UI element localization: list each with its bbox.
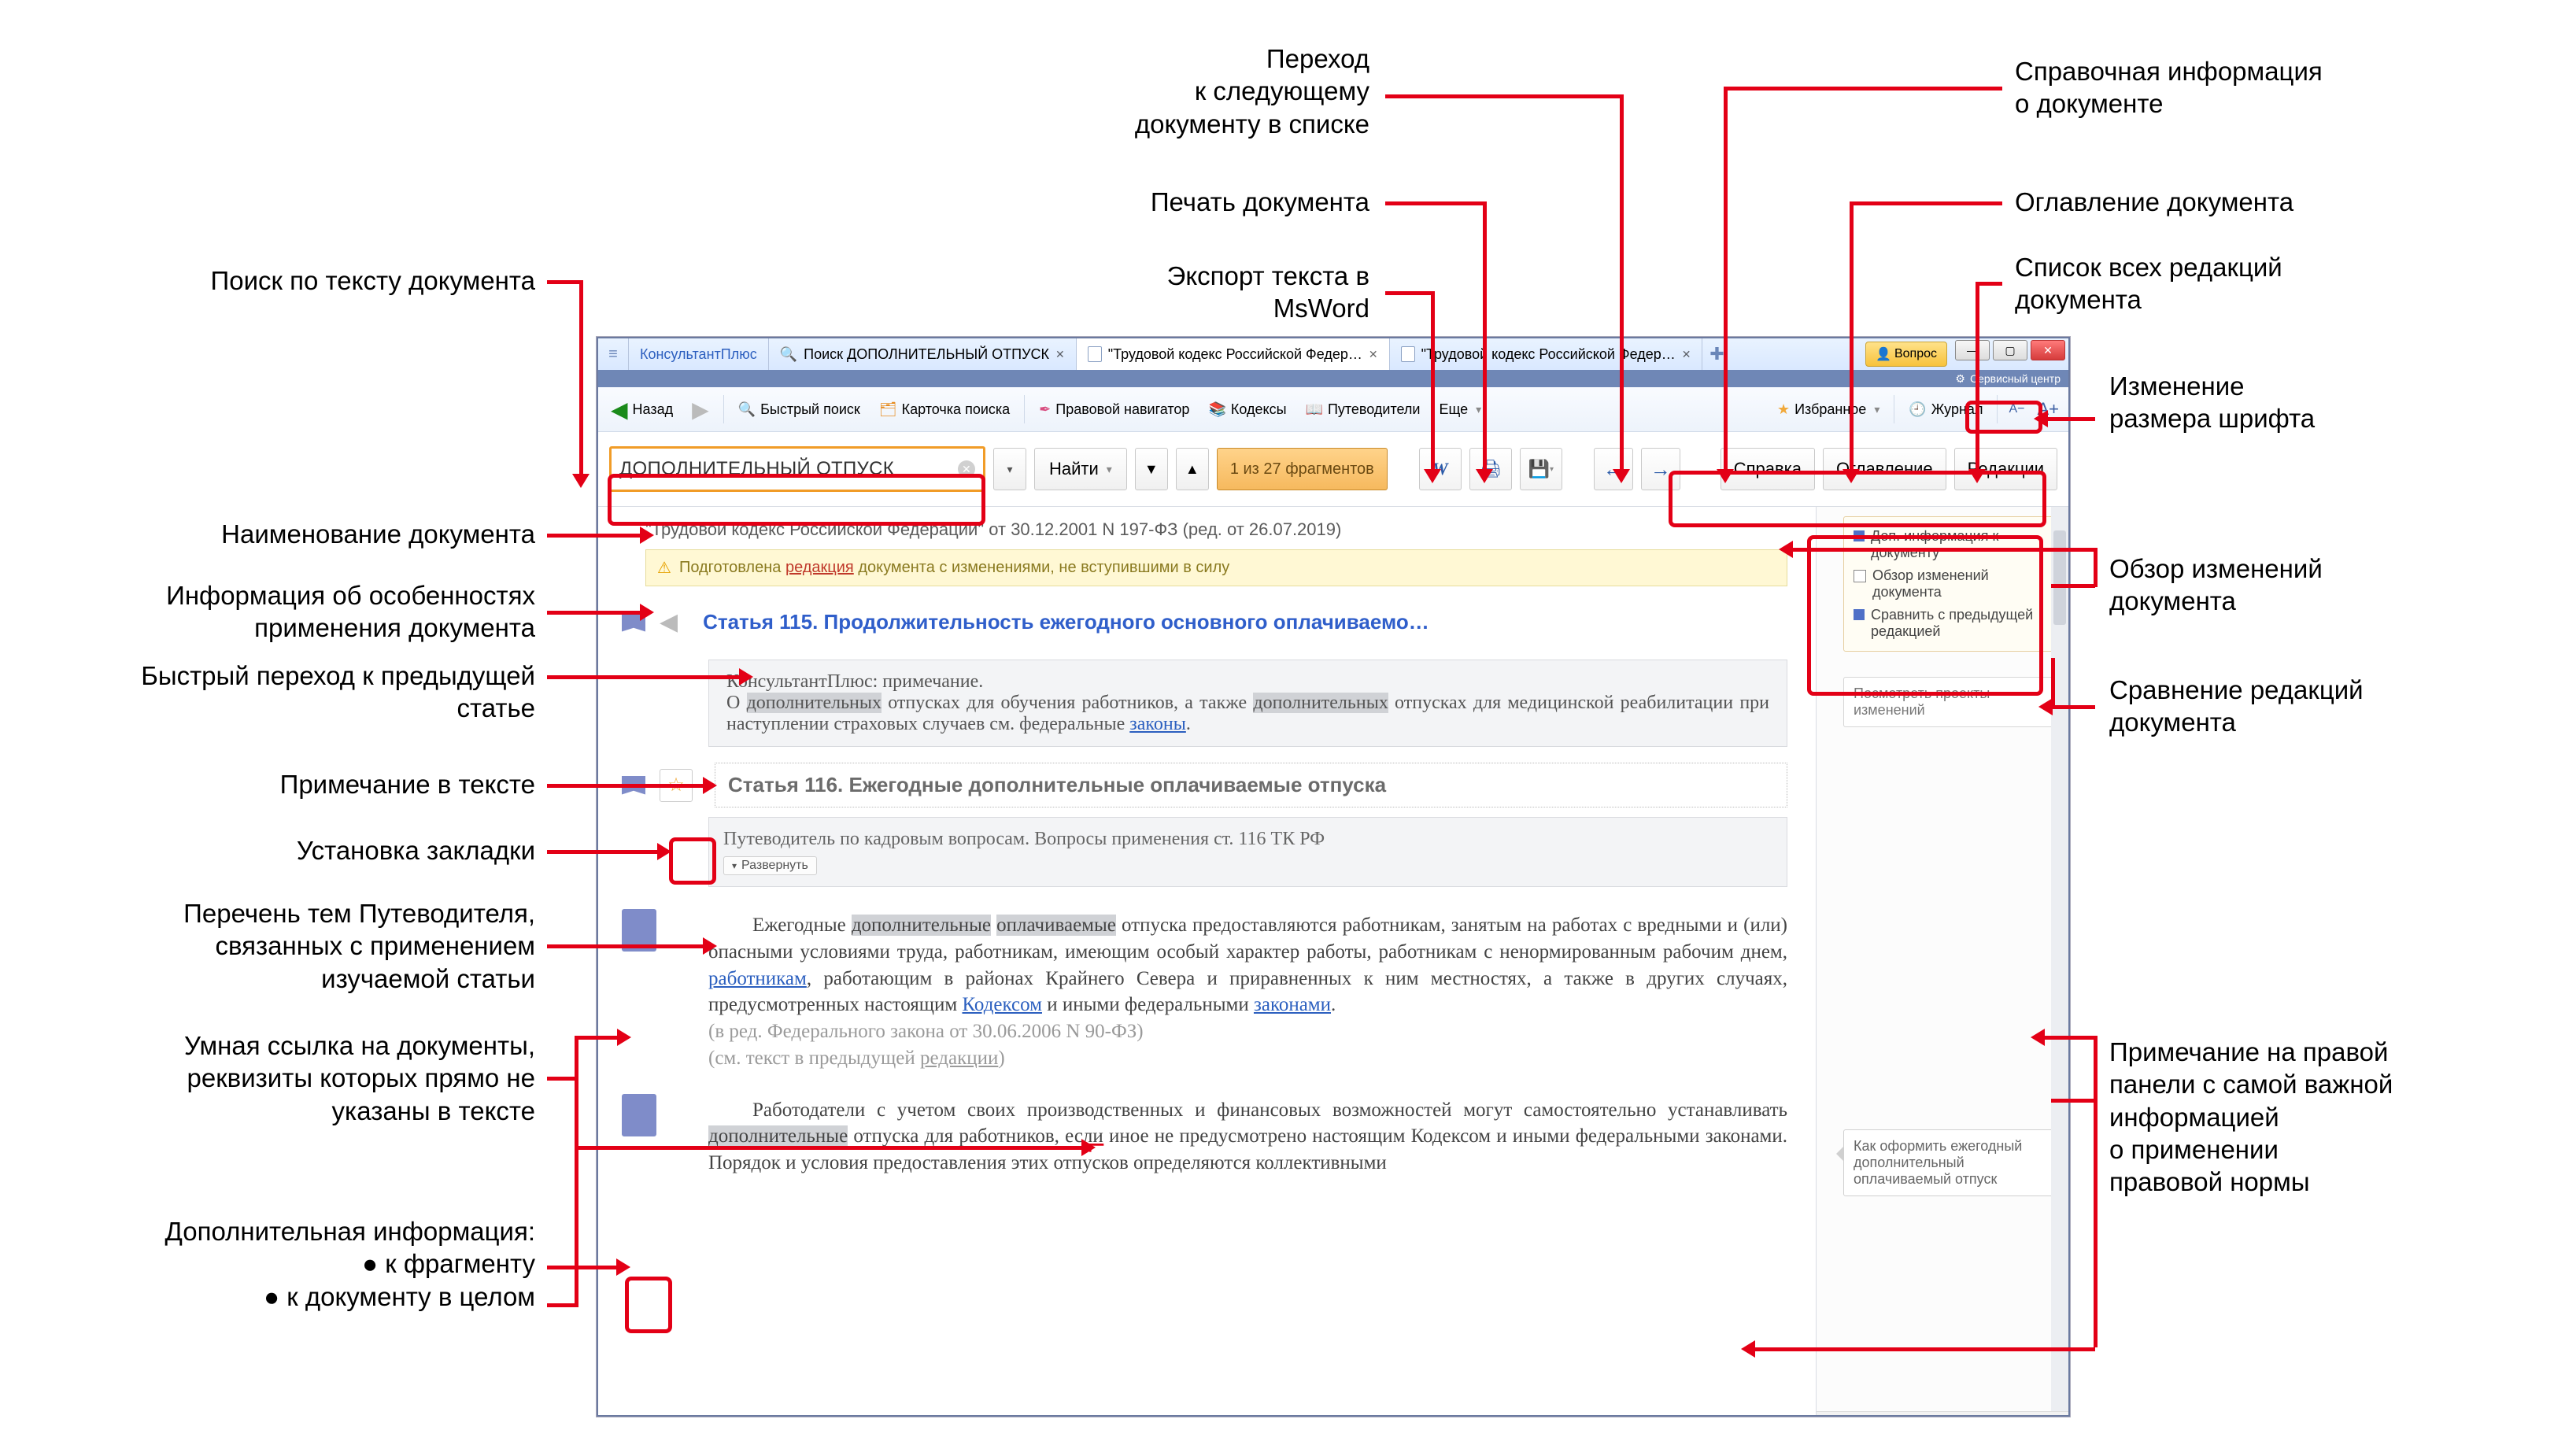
status-bar: Док. 2/50 Посчитать Абз. 1910/6 <box>1817 1411 2068 1417</box>
callout-next-doc: Переход к следующему документу в списке <box>866 42 1369 140</box>
tab-doc-2[interactable]: "Трудовой кодекс Российской Федер…✕ <box>1390 338 1703 370</box>
paragraph-2: Работодатели с учетом своих производстве… <box>708 1097 1787 1177</box>
expand-button[interactable]: ▾Развернуть <box>723 856 817 875</box>
callout-export-word: Экспорт текста в MsWord <box>866 260 1369 325</box>
note-box: КонсультантПлюс: примечание. О дополните… <box>708 660 1787 747</box>
callout-toc: Оглавление документа <box>2015 186 2519 218</box>
favorites[interactable]: ★Избранное▾ <box>1769 398 1887 421</box>
callout-guide-topics: Перечень тем Путеводителя, связанных с п… <box>31 897 535 995</box>
side-scrollbar[interactable] <box>2051 507 2068 1412</box>
highlight-fragment-flag <box>625 1277 672 1333</box>
callout-doc-name: Наименование документа <box>31 518 535 550</box>
laws-link[interactable]: законами <box>1254 994 1331 1015</box>
warning-icon: ⚠ <box>657 558 671 578</box>
legal-navigator[interactable]: ✒Правовой навигатор <box>1031 398 1197 421</box>
flag-icon[interactable] <box>622 1094 656 1136</box>
tab-search[interactable]: 🔍Поиск ДОПОЛНИТЕЛЬНЫЙ ОТПУСК✕ <box>769 338 1077 370</box>
menu-button[interactable]: ≡ <box>598 338 629 370</box>
nav-forward[interactable]: ▶ <box>684 394 717 426</box>
find-button[interactable]: Найти▾ <box>1034 448 1127 490</box>
window-controls: — ▢ ✕ <box>1952 338 2068 370</box>
find-next[interactable]: ▼ <box>1135 448 1168 490</box>
callout-changes-review: Обзор изменений документа <box>2109 552 2519 618</box>
highlight-bookmark-star <box>669 837 716 885</box>
prev-revision-link[interactable]: редакции <box>920 1048 998 1069</box>
highlight-sidecard <box>1807 535 2043 696</box>
callout-extra-info: Дополнительная информация: ● к фрагменту… <box>31 1215 535 1313</box>
callout-app-info: Информация об особенностях применения до… <box>31 579 535 645</box>
callout-note-in-text: Примечание в тексте <box>31 768 535 800</box>
toolbar-more[interactable]: Еще▾ <box>1431 398 1489 421</box>
callout-font-size: Изменение размера шрифта <box>2109 370 2519 435</box>
prev-article-icon[interactable]: ◀ <box>660 608 678 636</box>
codexes[interactable]: 📚Кодексы <box>1200 398 1294 421</box>
tab-doc-1[interactable]: "Трудовой кодекс Российской Федер…✕ <box>1077 338 1390 370</box>
article-116-title: Статья 116. Ежегодные дополнительные опл… <box>715 763 1787 807</box>
guide-box: Путеводитель по кадровым вопросам. Вопро… <box>708 817 1787 887</box>
search-card[interactable]: 🗂Карточка поиска <box>871 398 1018 421</box>
revision-link[interactable]: редакция <box>785 559 854 576</box>
side-tip[interactable]: Как оформить ежегодный дополнительный оп… <box>1843 1129 2057 1196</box>
window-chrome: ≡ КонсультантПлюс 🔍Поиск ДОПОЛНИТЕЛЬНЫЙ … <box>598 338 2068 370</box>
callout-revisions: Список всех редакций документа <box>2015 251 2519 316</box>
save-button[interactable]: 💾▾ <box>1520 448 1562 490</box>
callout-search-in-text: Поиск по тексту документа <box>31 264 535 297</box>
service-center-bar[interactable]: ⚙Сервисный центр <box>598 370 2068 387</box>
fragments-counter: 1 из 27 фрагментов <box>1217 448 1388 490</box>
callout-bookmark: Установка закладки <box>31 834 535 867</box>
highlight-search-field <box>608 474 985 526</box>
search-dropdown[interactable]: ▾ <box>993 448 1026 490</box>
callout-side-note: Примечание на правой панели с самой важн… <box>2109 1036 2519 1198</box>
codex-link[interactable]: Кодексом <box>962 994 1042 1015</box>
article-115-title[interactable]: Статья 115. Продолжительность ежегодного… <box>700 601 1787 644</box>
callout-ref-info: Справочная информация о документе <box>2015 55 2519 120</box>
note-laws-link[interactable]: законы <box>1129 714 1186 734</box>
document-pane: "Трудовой кодекс Российской Федерации" о… <box>598 507 1816 1417</box>
guides[interactable]: 📖Путеводители <box>1298 398 1429 421</box>
close-button[interactable]: ✕ <box>2031 340 2065 360</box>
nav-back[interactable]: ◀Назад <box>603 394 681 426</box>
article-116-header: ☆ Статья 116. Ежегодные дополнительные о… <box>598 759 1811 811</box>
maximize-button[interactable]: ▢ <box>1993 340 2027 360</box>
quick-search[interactable]: 🔍Быстрый поиск <box>730 398 868 421</box>
callout-compare-rev: Сравнение редакций документа <box>2109 674 2519 739</box>
count-link[interactable]: Посчитать <box>1882 1416 1939 1417</box>
minimize-button[interactable]: — <box>1955 340 1990 360</box>
tab-home[interactable]: КонсультантПлюс <box>629 338 769 370</box>
callout-print: Печать документа <box>866 186 1369 218</box>
callout-prev-article: Быстрый переход к предыдущей статье <box>31 660 535 725</box>
find-prev[interactable]: ▲ <box>1176 448 1209 490</box>
callout-smart-link: Умная ссылка на документы, реквизиты кот… <box>31 1029 535 1127</box>
article-115-header: ◀ Статья 115. Продолжительность ежегодно… <box>598 597 1811 647</box>
employees-link[interactable]: работникам <box>708 968 807 989</box>
doc-warning-bar: ⚠ Подготовлена редакция документа с изме… <box>645 549 1787 586</box>
main-toolbar: ◀Назад ▶ 🔍Быстрый поиск 🗂Карточка поиска… <box>598 387 2068 432</box>
ask-button[interactable]: 👤Вопрос <box>1865 342 1947 367</box>
paragraph-1: Ежегодные дополнительные оплачиваемые от… <box>708 912 1787 1072</box>
